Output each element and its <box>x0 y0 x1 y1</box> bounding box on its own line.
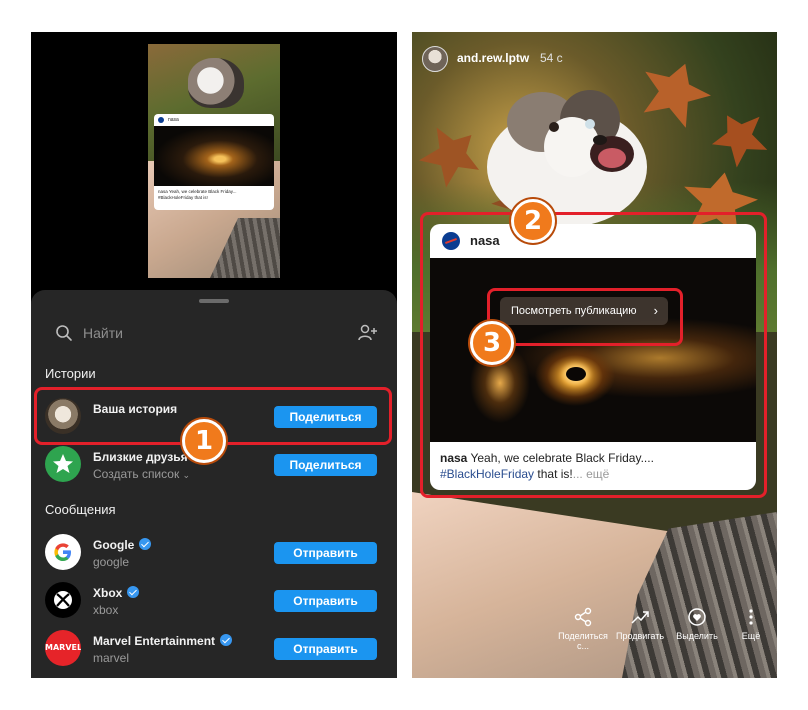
send-button[interactable]: Отправить <box>274 638 377 660</box>
thumbnail-dog <box>188 58 244 108</box>
promote-action[interactable]: Продвигать <box>614 607 666 641</box>
verified-badge-icon <box>127 586 140 598</box>
share-icon <box>574 607 592 627</box>
highlight-icon <box>688 608 706 626</box>
row-title: Marvel Entertainment <box>93 634 233 648</box>
share-button[interactable]: Поделиться <box>274 454 377 476</box>
stories-section-title: Истории <box>45 366 96 381</box>
row-subtitle: google <box>93 555 130 569</box>
highlight-view-post <box>487 288 683 346</box>
story-preview-thumbnail: nasa nasa Yeah, we celebrate Black Frida… <box>148 44 280 278</box>
search-icon <box>56 325 72 341</box>
google-logo-icon <box>45 534 81 570</box>
account-name: Google <box>93 538 135 552</box>
send-button[interactable]: Отправить <box>274 590 377 612</box>
star-icon <box>45 446 81 482</box>
add-people-icon[interactable] <box>357 322 379 344</box>
action-label: Выделить <box>676 631 718 641</box>
marvel-logo-icon: MARVEL <box>45 630 81 666</box>
action-label: Ещё <box>741 631 761 641</box>
account-name: Marvel Entertainment <box>93 634 216 648</box>
thumbnail-post-author: nasa <box>154 114 274 126</box>
send-button[interactable]: Отправить <box>274 542 377 564</box>
search-bar[interactable]: Найти <box>55 322 379 346</box>
row-title: Близкие друзья <box>93 450 188 464</box>
action-label: Продвигать <box>615 631 665 641</box>
highlight-action[interactable]: Выделить <box>671 607 723 641</box>
more-icon <box>749 609 753 625</box>
share-to-action[interactable]: Поделиться с... <box>557 607 609 651</box>
chevron-down-icon: ⌄ <box>182 470 191 480</box>
story-username[interactable]: and.rew.lptw <box>457 51 529 65</box>
marvel-logo-text: MARVEL <box>45 643 81 652</box>
highlight-shared-post <box>420 212 767 498</box>
row-subtitle: marvel <box>93 651 130 665</box>
share-sheet-screen: nasa nasa Yeah, we celebrate Black Frida… <box>31 32 397 678</box>
sheet-drag-handle[interactable] <box>199 299 229 303</box>
step-badge-2: 2 <box>511 199 555 243</box>
thumbnail-post-caption: nasa Yeah, we celebrate Black Friday... … <box>158 189 237 200</box>
verified-badge-icon <box>220 634 233 646</box>
verified-badge-icon <box>139 538 152 550</box>
action-label: Поделиться с... <box>558 631 608 651</box>
step-badge-1: 1 <box>182 419 226 463</box>
story-timestamp: 54 с <box>540 51 563 65</box>
row-title: Google <box>93 538 152 552</box>
story-actions-bar: Поделиться с... Продвигать Выделить Ещё <box>557 607 777 667</box>
xbox-logo-icon <box>45 582 81 618</box>
create-list-label: Создать список <box>93 467 180 481</box>
row-title: Xbox <box>93 586 140 600</box>
thumbnail-post-image <box>154 126 274 186</box>
share-bottom-sheet: Найти Истории Ваша история Поделиться Бл… <box>31 290 397 678</box>
thumbnail-post-card: nasa nasa Yeah, we celebrate Black Frida… <box>154 114 274 210</box>
promote-icon <box>631 611 649 624</box>
search-input[interactable]: Найти <box>83 325 123 341</box>
more-action[interactable]: Ещё <box>725 607 777 641</box>
dog-photo <box>487 90 647 227</box>
step-badge-3: 3 <box>470 321 514 365</box>
message-row-xbox[interactable]: Xbox xbox Отправить <box>31 578 397 622</box>
avatar[interactable] <box>422 46 448 72</box>
create-list-link[interactable]: Создать список ⌄ <box>93 467 190 481</box>
account-name: Xbox <box>93 586 123 600</box>
message-row-marvel[interactable]: MARVEL Marvel Entertainment marvel Отпра… <box>31 626 397 670</box>
row-subtitle: xbox <box>93 603 119 617</box>
messages-section-title: Сообщения <box>45 502 116 517</box>
message-row-google[interactable]: Google google Отправить <box>31 530 397 574</box>
